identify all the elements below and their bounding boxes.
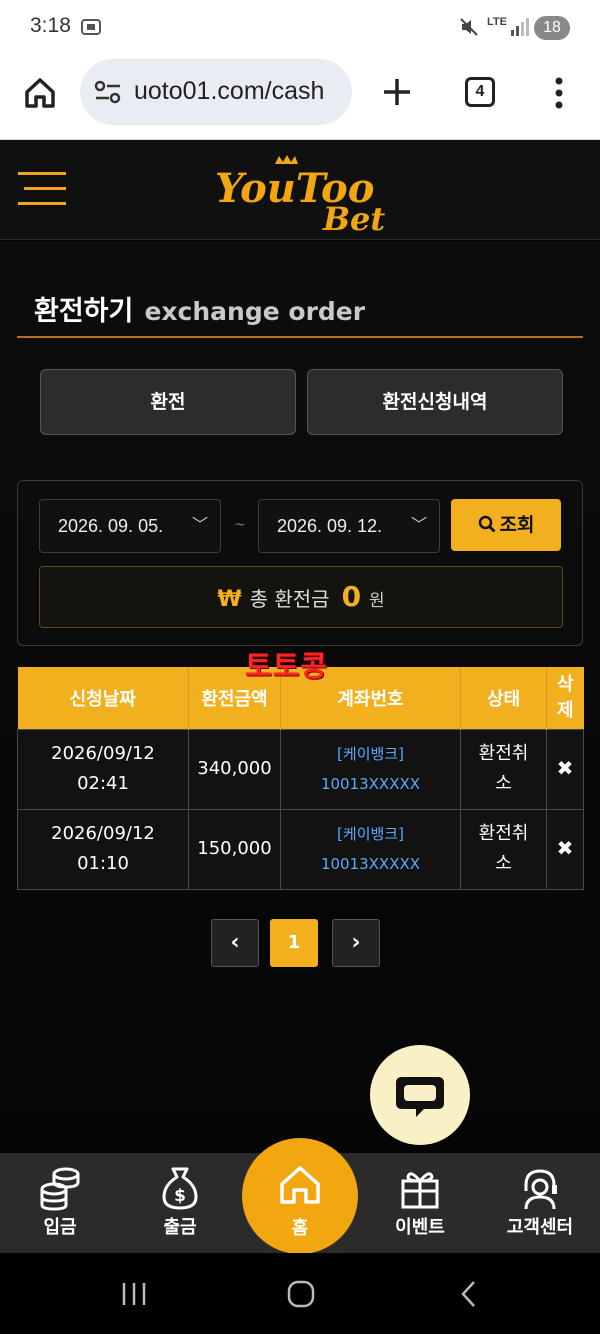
- nav-withdraw[interactable]: $ 출금: [120, 1153, 240, 1253]
- nav-home[interactable]: 홈: [242, 1138, 358, 1254]
- site-settings-icon[interactable]: [94, 79, 122, 105]
- nav-home-label: 홈: [291, 1218, 309, 1239]
- page-title-english: exchange order: [144, 297, 366, 326]
- header-request-date: 신청날짜: [17, 667, 189, 729]
- nav-deposit-label: 입금: [43, 1217, 77, 1238]
- chat-bubble-icon: [396, 1077, 444, 1117]
- row-bank-name: [케이뱅크]: [337, 825, 404, 843]
- row-time-value: 01:10: [77, 853, 129, 874]
- tab-switcher-button[interactable]: 4: [465, 77, 495, 107]
- site-header: YouToo Bet: [0, 140, 600, 240]
- back-icon[interactable]: [458, 1280, 480, 1308]
- svg-text:Bet: Bet: [322, 200, 385, 232]
- more-menu-icon[interactable]: [552, 76, 566, 110]
- row-delete: ✖: [546, 808, 584, 890]
- total-label: 총 환전금: [249, 587, 330, 611]
- date-to-value: 2026. 09. 12.: [277, 516, 383, 536]
- nav-support-label: 고객센터: [506, 1217, 574, 1238]
- row-delete: ✖: [546, 728, 584, 810]
- recent-apps-icon[interactable]: [120, 1281, 148, 1307]
- row-date-value: 2026/09/12: [51, 743, 155, 764]
- search-icon: [478, 515, 496, 533]
- title-divider: [17, 336, 583, 338]
- battery-indicator: 18: [534, 16, 570, 40]
- headset-icon: [524, 1169, 557, 1210]
- delete-icon[interactable]: ✖: [557, 836, 574, 860]
- svg-text:$: $: [174, 1186, 186, 1206]
- filter-panel: 2026. 09. 05. ﹀ ~ 2026. 09. 12. ﹀ 조회 ₩ 총 …: [17, 480, 583, 646]
- total-unit: 원: [369, 591, 385, 611]
- nav-deposit[interactable]: 입금: [0, 1153, 120, 1253]
- next-page-button[interactable]: ›: [332, 919, 380, 967]
- won-icon: ₩: [217, 587, 242, 612]
- watermark-text: 토토콩: [245, 649, 329, 683]
- total-amount: 0: [341, 580, 362, 613]
- system-navigation-bar: [0, 1253, 600, 1334]
- nav-event[interactable]: 이벤트: [360, 1153, 480, 1253]
- gift-icon: [401, 1172, 439, 1209]
- table-row: 2026/09/12 01:10 150,000 [케이뱅크] 10013XXXXX…: [17, 808, 584, 890]
- address-bar[interactable]: uoto01.com/cash: [80, 59, 352, 125]
- screen-record-icon: [81, 19, 101, 35]
- page-title-korean: 환전하기: [34, 296, 134, 327]
- tab-exchange-history[interactable]: 환전신청내역: [307, 369, 563, 435]
- date-from-select[interactable]: 2026. 09. 05. ﹀: [39, 499, 221, 553]
- new-tab-icon[interactable]: [381, 76, 413, 108]
- main-content: 환전하기 exchange order 환전 환전신청내역 2026. 09. …: [0, 241, 600, 1153]
- row-date-value: 2026/09/12: [51, 823, 155, 844]
- page-title: 환전하기 exchange order: [34, 289, 365, 328]
- home-icon: [280, 1166, 320, 1204]
- chevron-down-icon: ﹀: [191, 517, 208, 534]
- status-time: 3:18: [30, 14, 71, 37]
- network-type: LTE: [487, 16, 507, 28]
- delete-icon[interactable]: ✖: [557, 756, 574, 780]
- nav-event-label: 이벤트: [395, 1217, 445, 1238]
- row-status: 환전취소: [460, 808, 547, 890]
- coins-icon: [40, 1167, 80, 1211]
- search-button[interactable]: 조회: [451, 499, 561, 551]
- date-to-select[interactable]: 2026. 09. 12. ﹀: [258, 499, 440, 553]
- signal-icon: [511, 18, 529, 36]
- chat-button[interactable]: [370, 1045, 470, 1145]
- row-account: [케이뱅크] 10013XXXXX: [280, 808, 461, 890]
- nav-withdraw-label: 출금: [163, 1217, 197, 1238]
- exchange-history-table: 신청날짜 환전금액 계좌번호 상태 삭제 2026/09/12 02:41 340…: [17, 667, 584, 890]
- home-circle-icon[interactable]: [286, 1280, 316, 1308]
- chevron-down-icon: ﹀: [410, 517, 427, 534]
- browser-toolbar: uoto01.com/cash 4: [0, 56, 600, 140]
- row-account-number: 10013XXXXX: [320, 775, 421, 793]
- mute-icon: [460, 18, 478, 36]
- url-text: uoto01.com/cash: [134, 77, 325, 105]
- money-bag-icon: $: [162, 1167, 198, 1210]
- nav-support[interactable]: 고객센터: [480, 1153, 600, 1253]
- row-account: [케이뱅크] 10013XXXXX: [280, 728, 461, 810]
- row-account-number: 10013XXXXX: [320, 855, 421, 873]
- total-exchange-summary: ₩ 총 환전금 0 원: [39, 566, 563, 628]
- tab-exchange[interactable]: 환전: [40, 369, 296, 435]
- row-bank-name: [케이뱅크]: [337, 745, 404, 763]
- home-icon[interactable]: [22, 75, 58, 111]
- header-delete: 삭제: [546, 667, 584, 729]
- row-time-value: 02:41: [77, 773, 129, 794]
- youtoo-bet-logo[interactable]: YouToo Bet: [215, 152, 390, 232]
- date-range-separator: ~: [234, 517, 246, 533]
- row-amount: 340,000: [188, 728, 281, 810]
- status-bar: 3:18 LTE 18: [0, 0, 600, 56]
- row-date: 2026/09/12 01:10: [17, 808, 189, 890]
- page-button-current[interactable]: 1: [270, 919, 318, 967]
- date-from-value: 2026. 09. 05.: [58, 516, 164, 536]
- table-row: 2026/09/12 02:41 340,000 [케이뱅크] 10013XXXXX…: [17, 728, 584, 810]
- prev-page-button[interactable]: ‹: [211, 919, 259, 967]
- search-label: 조회: [499, 514, 535, 536]
- row-amount: 150,000: [188, 808, 281, 890]
- row-date: 2026/09/12 02:41: [17, 728, 189, 810]
- hamburger-menu-icon[interactable]: [18, 170, 66, 206]
- row-status: 환전취소: [460, 728, 547, 810]
- header-status: 상태: [460, 667, 547, 729]
